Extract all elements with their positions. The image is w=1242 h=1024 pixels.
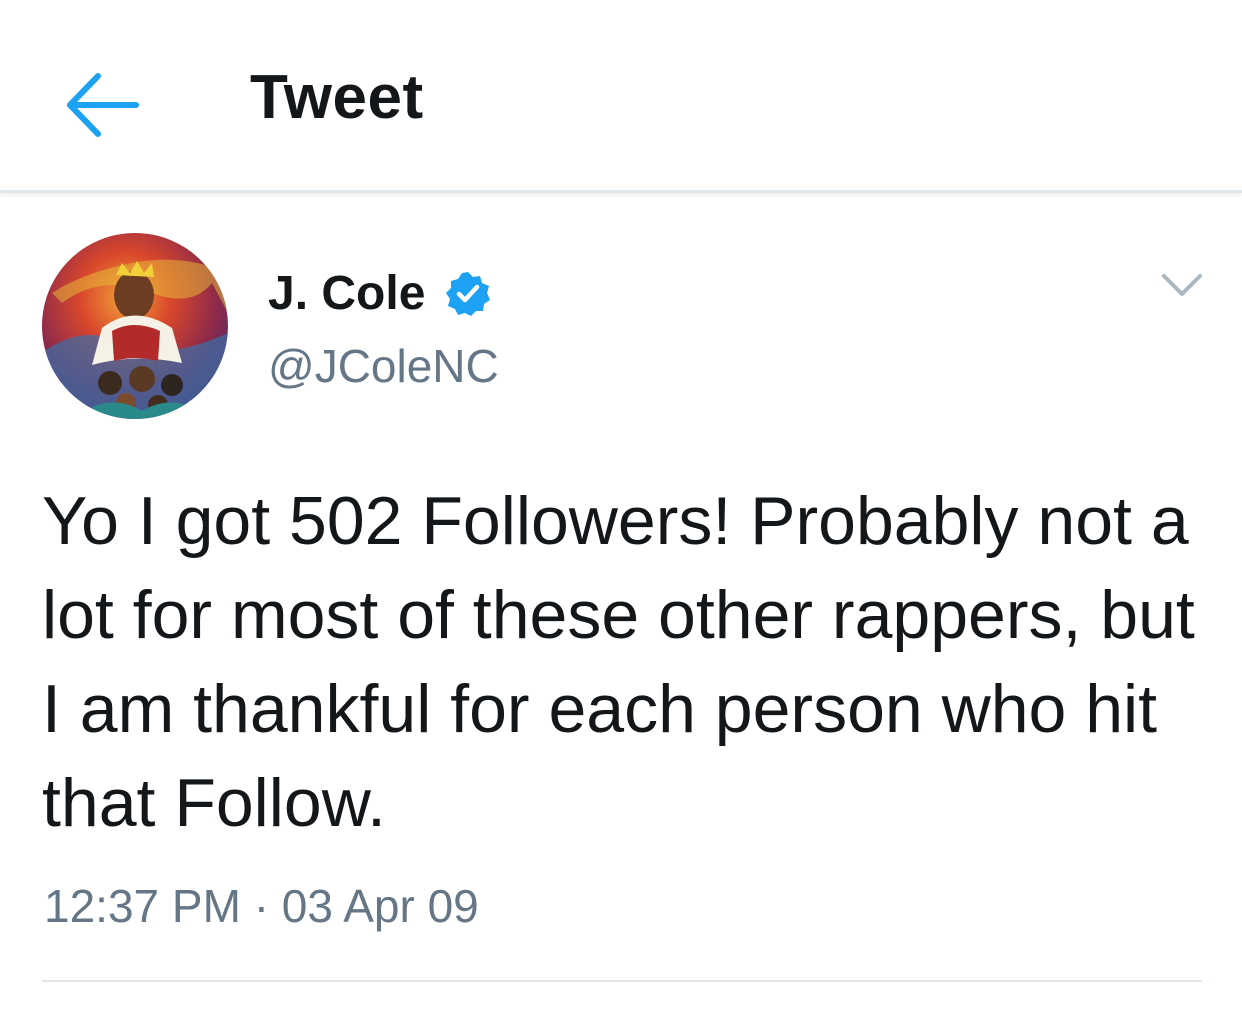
top-bar: Tweet — [0, 0, 1242, 193]
tweet-date: 03 Apr 09 — [281, 880, 479, 932]
chevron-down-icon[interactable] — [1160, 270, 1204, 300]
meta-separator: · — [253, 880, 270, 932]
back-button[interactable] — [60, 70, 144, 140]
album-art-avatar — [42, 233, 228, 419]
author-name[interactable]: J. Cole — [268, 266, 425, 322]
avatar[interactable] — [42, 233, 228, 419]
divider — [42, 980, 1202, 982]
arrow-left-icon — [67, 73, 139, 137]
tweet-time: 12:37 PM — [44, 880, 241, 932]
verified-badge-icon — [446, 272, 490, 316]
author-handle[interactable]: @JColeNC — [268, 338, 499, 394]
page-title: Tweet — [250, 63, 424, 132]
tweet-text: Yo I got 502 Followers! Probably not a l… — [42, 483, 1195, 841]
tweet-timestamp: 12:37 PM · 03 Apr 09 — [44, 876, 479, 936]
